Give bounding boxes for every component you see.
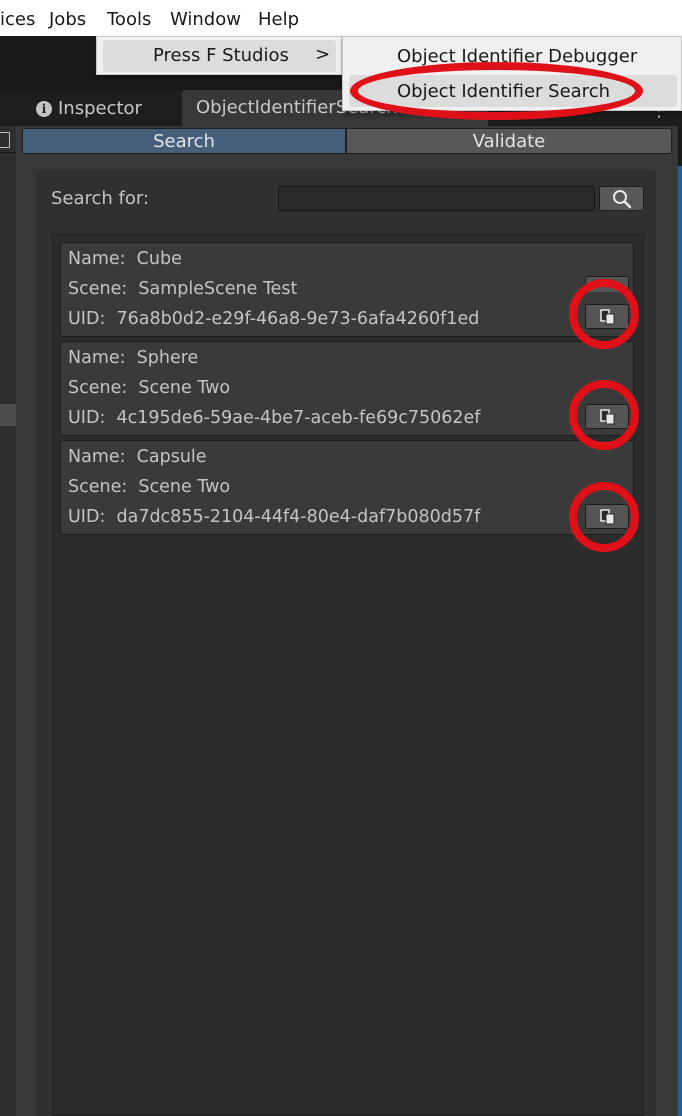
search-icon xyxy=(613,190,632,209)
copy-uid-button[interactable] xyxy=(585,304,629,329)
result-card: Name: Sphere Scene: Scene Two UID: 4c195… xyxy=(60,341,634,436)
search-button[interactable] xyxy=(599,186,644,211)
press-f-studios-submenu: Object Identifier Debugger Object Identi… xyxy=(342,36,682,111)
result-card: Name: Cube Scene: SampleScene Test UID: … xyxy=(60,242,634,337)
result-card: Name: Capsule Scene: Scene Two UID: da7d… xyxy=(60,440,634,535)
copy-icon xyxy=(600,309,615,325)
menu-item-object-identifier-search[interactable]: Object Identifier Search xyxy=(397,81,610,103)
copy-icon xyxy=(600,409,615,425)
menu-help[interactable]: Help xyxy=(258,9,299,31)
result-uid[interactable]: 4c195de6-59ae-4be7-aceb-fe69c75062ef xyxy=(116,408,480,428)
result-uid[interactable]: da7dc855-2104-44f4-80e4-daf7b080d57f xyxy=(116,507,480,527)
result-name-row: Name: Cube xyxy=(68,249,182,269)
menu-window[interactable]: Window xyxy=(170,9,241,31)
result-uid[interactable]: 76a8b0d2-e29f-46a8-9e73-6afa4260f1ed xyxy=(116,309,479,329)
result-name-row: Name: Sphere xyxy=(68,348,199,368)
partial-button[interactable] xyxy=(585,276,629,292)
search-input[interactable] xyxy=(278,186,595,211)
result-scene-row: Scene: Scene Two xyxy=(68,477,231,497)
tab-inspector[interactable]: i Inspector xyxy=(22,92,172,126)
left-panel-edge xyxy=(0,126,16,1116)
menu-tools[interactable]: Tools xyxy=(107,9,151,31)
tools-dropdown: Press F Studios > xyxy=(96,36,342,75)
menu-item-press-f-studios-label: Press F Studios xyxy=(153,45,289,66)
result-uid-row: UID: 76a8b0d2-e29f-46a8-9e73-6afa4260f1e… xyxy=(68,309,480,329)
copy-icon xyxy=(600,509,615,525)
result-scene: Scene Two xyxy=(138,477,231,497)
result-scene: SampleScene Test xyxy=(138,279,298,299)
tab-inspector-label: Inspector xyxy=(58,98,142,119)
menu-bar: ices Jobs Tools Window Help xyxy=(0,0,682,36)
menu-jobs[interactable]: Jobs xyxy=(49,9,86,31)
result-scene: Scene Two xyxy=(138,378,231,398)
result-scene-row: Scene: SampleScene Test xyxy=(68,279,298,299)
search-segment-button[interactable]: Search xyxy=(22,128,346,154)
result-name: Capsule xyxy=(136,447,207,467)
right-window-edge xyxy=(678,126,682,1116)
menu-item-object-identifier-debugger[interactable]: Object Identifier Debugger xyxy=(397,46,637,68)
divider xyxy=(0,152,16,153)
result-scene-row: Scene: Scene Two xyxy=(68,378,231,398)
menu-services[interactable]: ices xyxy=(0,9,35,31)
selected-row-edge xyxy=(0,404,16,426)
result-name: Cube xyxy=(136,249,182,269)
copy-uid-button[interactable] xyxy=(585,504,629,529)
chevron-right-icon: > xyxy=(315,44,331,65)
result-name-row: Name: Capsule xyxy=(68,447,207,467)
result-uid-row: UID: 4c195de6-59ae-4be7-aceb-fe69c75062e… xyxy=(68,408,481,428)
result-uid-row: UID: da7dc855-2104-44f4-80e4-daf7b080d57… xyxy=(68,507,481,527)
validate-segment-button[interactable]: Validate xyxy=(346,128,672,154)
copy-uid-button[interactable] xyxy=(585,404,629,429)
result-name: Sphere xyxy=(136,348,199,368)
info-icon: i xyxy=(36,101,52,117)
panel-icon[interactable] xyxy=(0,132,10,148)
search-label: Search for: xyxy=(51,188,150,209)
